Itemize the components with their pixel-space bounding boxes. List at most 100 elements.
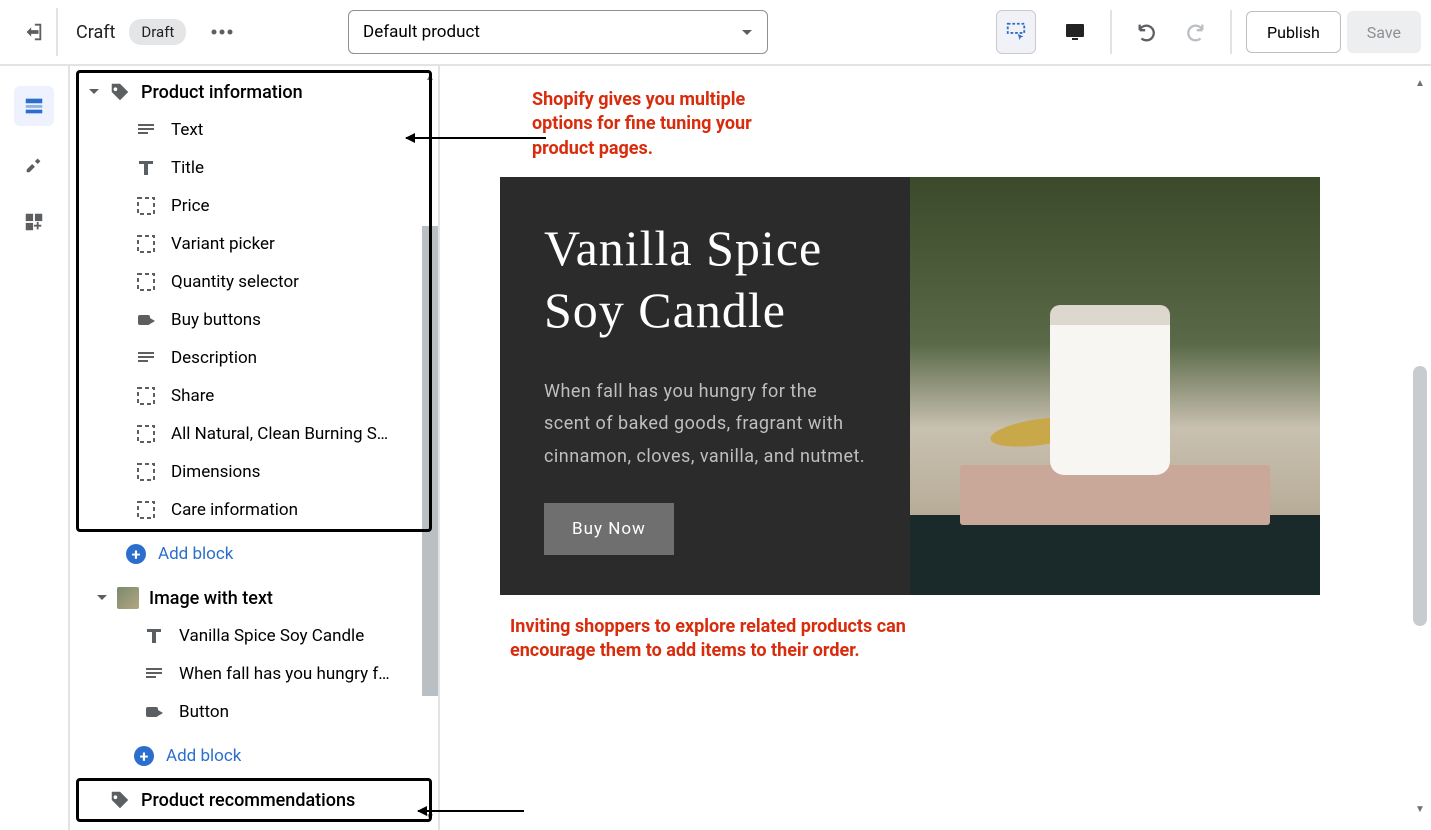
status-badge: Draft: [129, 19, 186, 45]
card-text-panel: Vanilla Spice Soy Candle When fall has y…: [500, 177, 910, 595]
preview-scroll-up[interactable]: ▲: [1413, 78, 1427, 92]
text-icon: [135, 347, 157, 369]
box-icon: [135, 385, 157, 407]
image-thumb-icon: [117, 587, 139, 609]
block-item[interactable]: Buy buttons: [135, 301, 429, 339]
rail-apps[interactable]: [14, 202, 54, 242]
add-block-label: Add block: [158, 544, 233, 564]
left-rail: [0, 66, 70, 830]
back-button[interactable]: [10, 8, 58, 56]
block-item[interactable]: When fall has you hungry f…: [143, 655, 429, 693]
template-select-value: Default product: [363, 22, 480, 42]
plus-icon: +: [134, 746, 154, 766]
theme-name: Craft: [70, 22, 121, 43]
annotation-note-1: Shopify gives you multiple options for f…: [532, 88, 792, 161]
tag-icon: [109, 81, 131, 103]
save-button[interactable]: Save: [1347, 11, 1421, 53]
undo-icon: [1136, 21, 1158, 43]
section-inspector-button[interactable]: [996, 10, 1036, 54]
block-item[interactable]: Dimensions: [135, 453, 429, 491]
title-icon: [135, 157, 157, 179]
box-icon: [135, 461, 157, 483]
sections-sidebar: ▲ ▼ Product information TextTitlePriceVa…: [70, 66, 440, 830]
plus-icon: +: [126, 544, 146, 564]
desktop-view-button[interactable]: [1054, 11, 1096, 53]
block-label: All Natural, Clean Burning S…: [171, 424, 388, 444]
tag-icon: [109, 789, 131, 811]
sections-icon: [23, 95, 45, 117]
section-header[interactable]: Image with text: [79, 579, 429, 617]
block-label: Care information: [171, 500, 298, 520]
rail-sections[interactable]: [14, 86, 54, 126]
block-item[interactable]: Share: [135, 377, 429, 415]
text-icon: [143, 663, 165, 685]
block-label: Price: [171, 196, 210, 216]
section-header[interactable]: Product information: [79, 73, 429, 111]
section-image-with-text: Image with text Vanilla Spice Soy Candle…: [76, 576, 432, 734]
block-item[interactable]: Text: [135, 111, 429, 149]
text-icon: [135, 119, 157, 141]
block-label: Dimensions: [171, 462, 260, 482]
photo-table: [910, 515, 1320, 595]
buy-icon: [135, 309, 157, 331]
add-block-label: Add block: [166, 746, 241, 766]
preview-scrollbar[interactable]: [1413, 366, 1427, 626]
section-title: Image with text: [149, 588, 273, 609]
more-menu[interactable]: [204, 14, 240, 50]
chevron-down-icon: [741, 26, 753, 38]
toolbar-right: Publish Save: [1054, 10, 1421, 54]
block-item[interactable]: Vanilla Spice Soy Candle: [143, 617, 429, 655]
annotation-arrow-1: [406, 137, 546, 139]
block-item[interactable]: Title: [135, 149, 429, 187]
redo-icon: [1184, 21, 1206, 43]
block-item[interactable]: Button: [143, 693, 429, 731]
card-image-panel: [910, 177, 1320, 595]
paintbrush-icon: [23, 153, 45, 175]
box-icon: [135, 233, 157, 255]
block-label: Variant picker: [171, 234, 275, 254]
buy-icon: [143, 701, 165, 723]
buy-now-button[interactable]: Buy Now: [544, 503, 674, 555]
block-item[interactable]: Quantity selector: [135, 263, 429, 301]
block-item[interactable]: All Natural, Clean Burning S…: [135, 415, 429, 453]
block-label: Title: [171, 158, 204, 178]
block-label: Quantity selector: [171, 272, 299, 292]
redo-button[interactable]: [1174, 11, 1216, 53]
box-icon: [135, 271, 157, 293]
inspector-icon: [1005, 21, 1027, 43]
block-item[interactable]: Description: [135, 339, 429, 377]
preview-image-with-text[interactable]: Vanilla Spice Soy Candle When fall has y…: [500, 177, 1320, 595]
preview-scroll-down[interactable]: ▼: [1413, 804, 1427, 818]
block-item[interactable]: Variant picker: [135, 225, 429, 263]
block-item[interactable]: Price: [135, 187, 429, 225]
block-item[interactable]: Care information: [135, 491, 429, 529]
undo-button[interactable]: [1126, 11, 1168, 53]
block-label: Buy buttons: [171, 310, 261, 330]
box-icon: [135, 195, 157, 217]
product-description: When fall has you hungry for the scent o…: [544, 376, 866, 473]
publish-button[interactable]: Publish: [1246, 11, 1341, 53]
apps-icon: [23, 211, 45, 233]
product-title: Vanilla Spice Soy Candle: [544, 217, 866, 342]
divider: [1110, 10, 1112, 54]
section-title: Product information: [141, 82, 303, 103]
desktop-icon: [1063, 20, 1087, 44]
block-label: Description: [171, 348, 257, 368]
section-product-recommendations[interactable]: Product recommendations: [76, 778, 432, 822]
sidebar-content: Product information Text Title Price Varian…: [70, 66, 438, 830]
chevron-down-icon: [89, 87, 99, 97]
add-block-button[interactable]: + Add block: [70, 536, 438, 572]
title-icon: [143, 625, 165, 647]
block-label: Vanilla Spice Soy Candle: [179, 626, 364, 646]
chevron-down-icon: [97, 593, 107, 603]
section-product-information: Product information Text Title Price Varian…: [76, 70, 432, 532]
section-items: Vanilla Spice Soy Candle When fall has yo…: [79, 617, 429, 731]
add-block-button[interactable]: + Add block: [70, 738, 438, 774]
section-title: Product recommendations: [141, 790, 355, 811]
rail-theme-settings[interactable]: [14, 144, 54, 184]
template-select[interactable]: Default product: [348, 10, 768, 54]
main-area: ▲ ▼ Product information Text Title Price Va…: [0, 66, 1431, 830]
top-toolbar: Craft Draft Default product Publish Save: [0, 0, 1431, 66]
block-label: Share: [171, 386, 214, 406]
preview-pane: ▲ ▼ Shopify gives you multiple options f…: [440, 66, 1431, 830]
